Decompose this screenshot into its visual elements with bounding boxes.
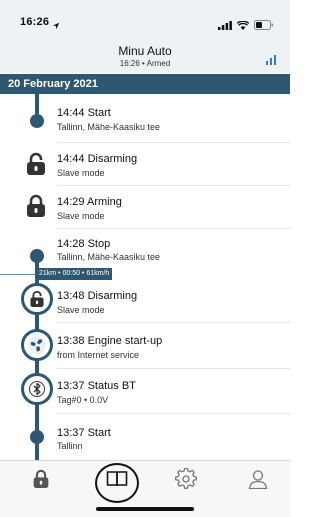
location-arrow-icon [52,17,60,35]
page-title: Minu Auto [118,44,172,58]
book-icon [106,470,128,493]
start-dot-icon [30,114,44,128]
lock-open-icon [21,283,53,315]
trip-summary-badge[interactable]: 21km • 00:50 • 61km/h [36,268,113,280]
list-item[interactable]: 13:37 Status BT Tag#0 • 0.0V [0,369,290,414]
event-timeline[interactable]: 14:44 Start Tallinn, Mähe-Kaasiku tee 14… [0,94,290,460]
event-subtitle: from Internet service [57,350,140,360]
stop-dot-icon [30,249,44,263]
fan-icon [21,329,53,361]
cellular-signal-icon [218,17,232,35]
event-subtitle: Tallinn, Mähe-Kaasiku tee [57,252,161,262]
event-subtitle: Tag#0 • 0.0V [57,395,109,405]
event-title: 14:29 Arming [57,196,122,208]
divider [57,322,290,323]
tab-log[interactable] [92,463,142,499]
home-indicator [96,507,194,511]
person-icon [248,469,268,494]
event-subtitle: Tallinn [57,441,83,451]
event-title: 14:28 Stop [57,238,111,250]
tab-settings[interactable] [161,463,211,499]
event-subtitle: Tallinn, Mähe-Kaasiku tee [57,122,161,132]
event-title: 13:37 Start [57,427,111,439]
lock-icon [25,194,47,223]
list-item[interactable]: 14:44 Disarming Slave mode [0,142,290,186]
event-title: 13:37 Status BT [57,380,136,392]
list-item[interactable]: 14:29 Arming Slave mode [0,185,290,229]
status-time: 16:26 [20,16,50,28]
list-item[interactable]: 13:37 Start Tallinn [0,414,290,460]
event-title: 13:48 Disarming [57,290,138,302]
event-subtitle: Slave mode [57,168,105,178]
event-title: 14:44 Start [57,107,111,119]
lock-icon [32,469,50,494]
list-item[interactable]: 13:48 Disarming Slave mode [0,282,290,324]
trip-connector [0,274,36,275]
status-icons [218,17,274,35]
event-subtitle: Slave mode [57,305,105,315]
header: Minu Auto 16:26 • Armed [0,40,290,73]
status-bar: 16:26 [0,0,290,40]
event-title: 13:38 Engine start-up [57,335,163,347]
tab-profile[interactable] [233,463,283,499]
date-header: 20 February 2021 [0,74,290,94]
list-item[interactable]: 14:44 Start Tallinn, Mähe-Kaasiku tee [0,94,290,143]
lock-open-icon [25,152,47,181]
gear-icon [175,467,197,495]
wifi-icon [236,17,250,35]
start-dot-icon [30,430,44,444]
event-subtitle: Slave mode [57,211,105,221]
list-item[interactable]: 13:38 Engine start-up from Internet serv… [0,324,290,369]
signal-strength-icon[interactable] [266,52,276,70]
tab-lock[interactable] [16,463,66,499]
page-subtitle: 16:26 • Armed [119,59,171,68]
battery-icon [254,17,274,35]
bluetooth-icon [21,373,53,405]
list-item[interactable]: 14:28 Stop Tallinn, Mähe-Kaasiku tee [0,228,290,270]
event-title: 14:44 Disarming [57,153,138,165]
